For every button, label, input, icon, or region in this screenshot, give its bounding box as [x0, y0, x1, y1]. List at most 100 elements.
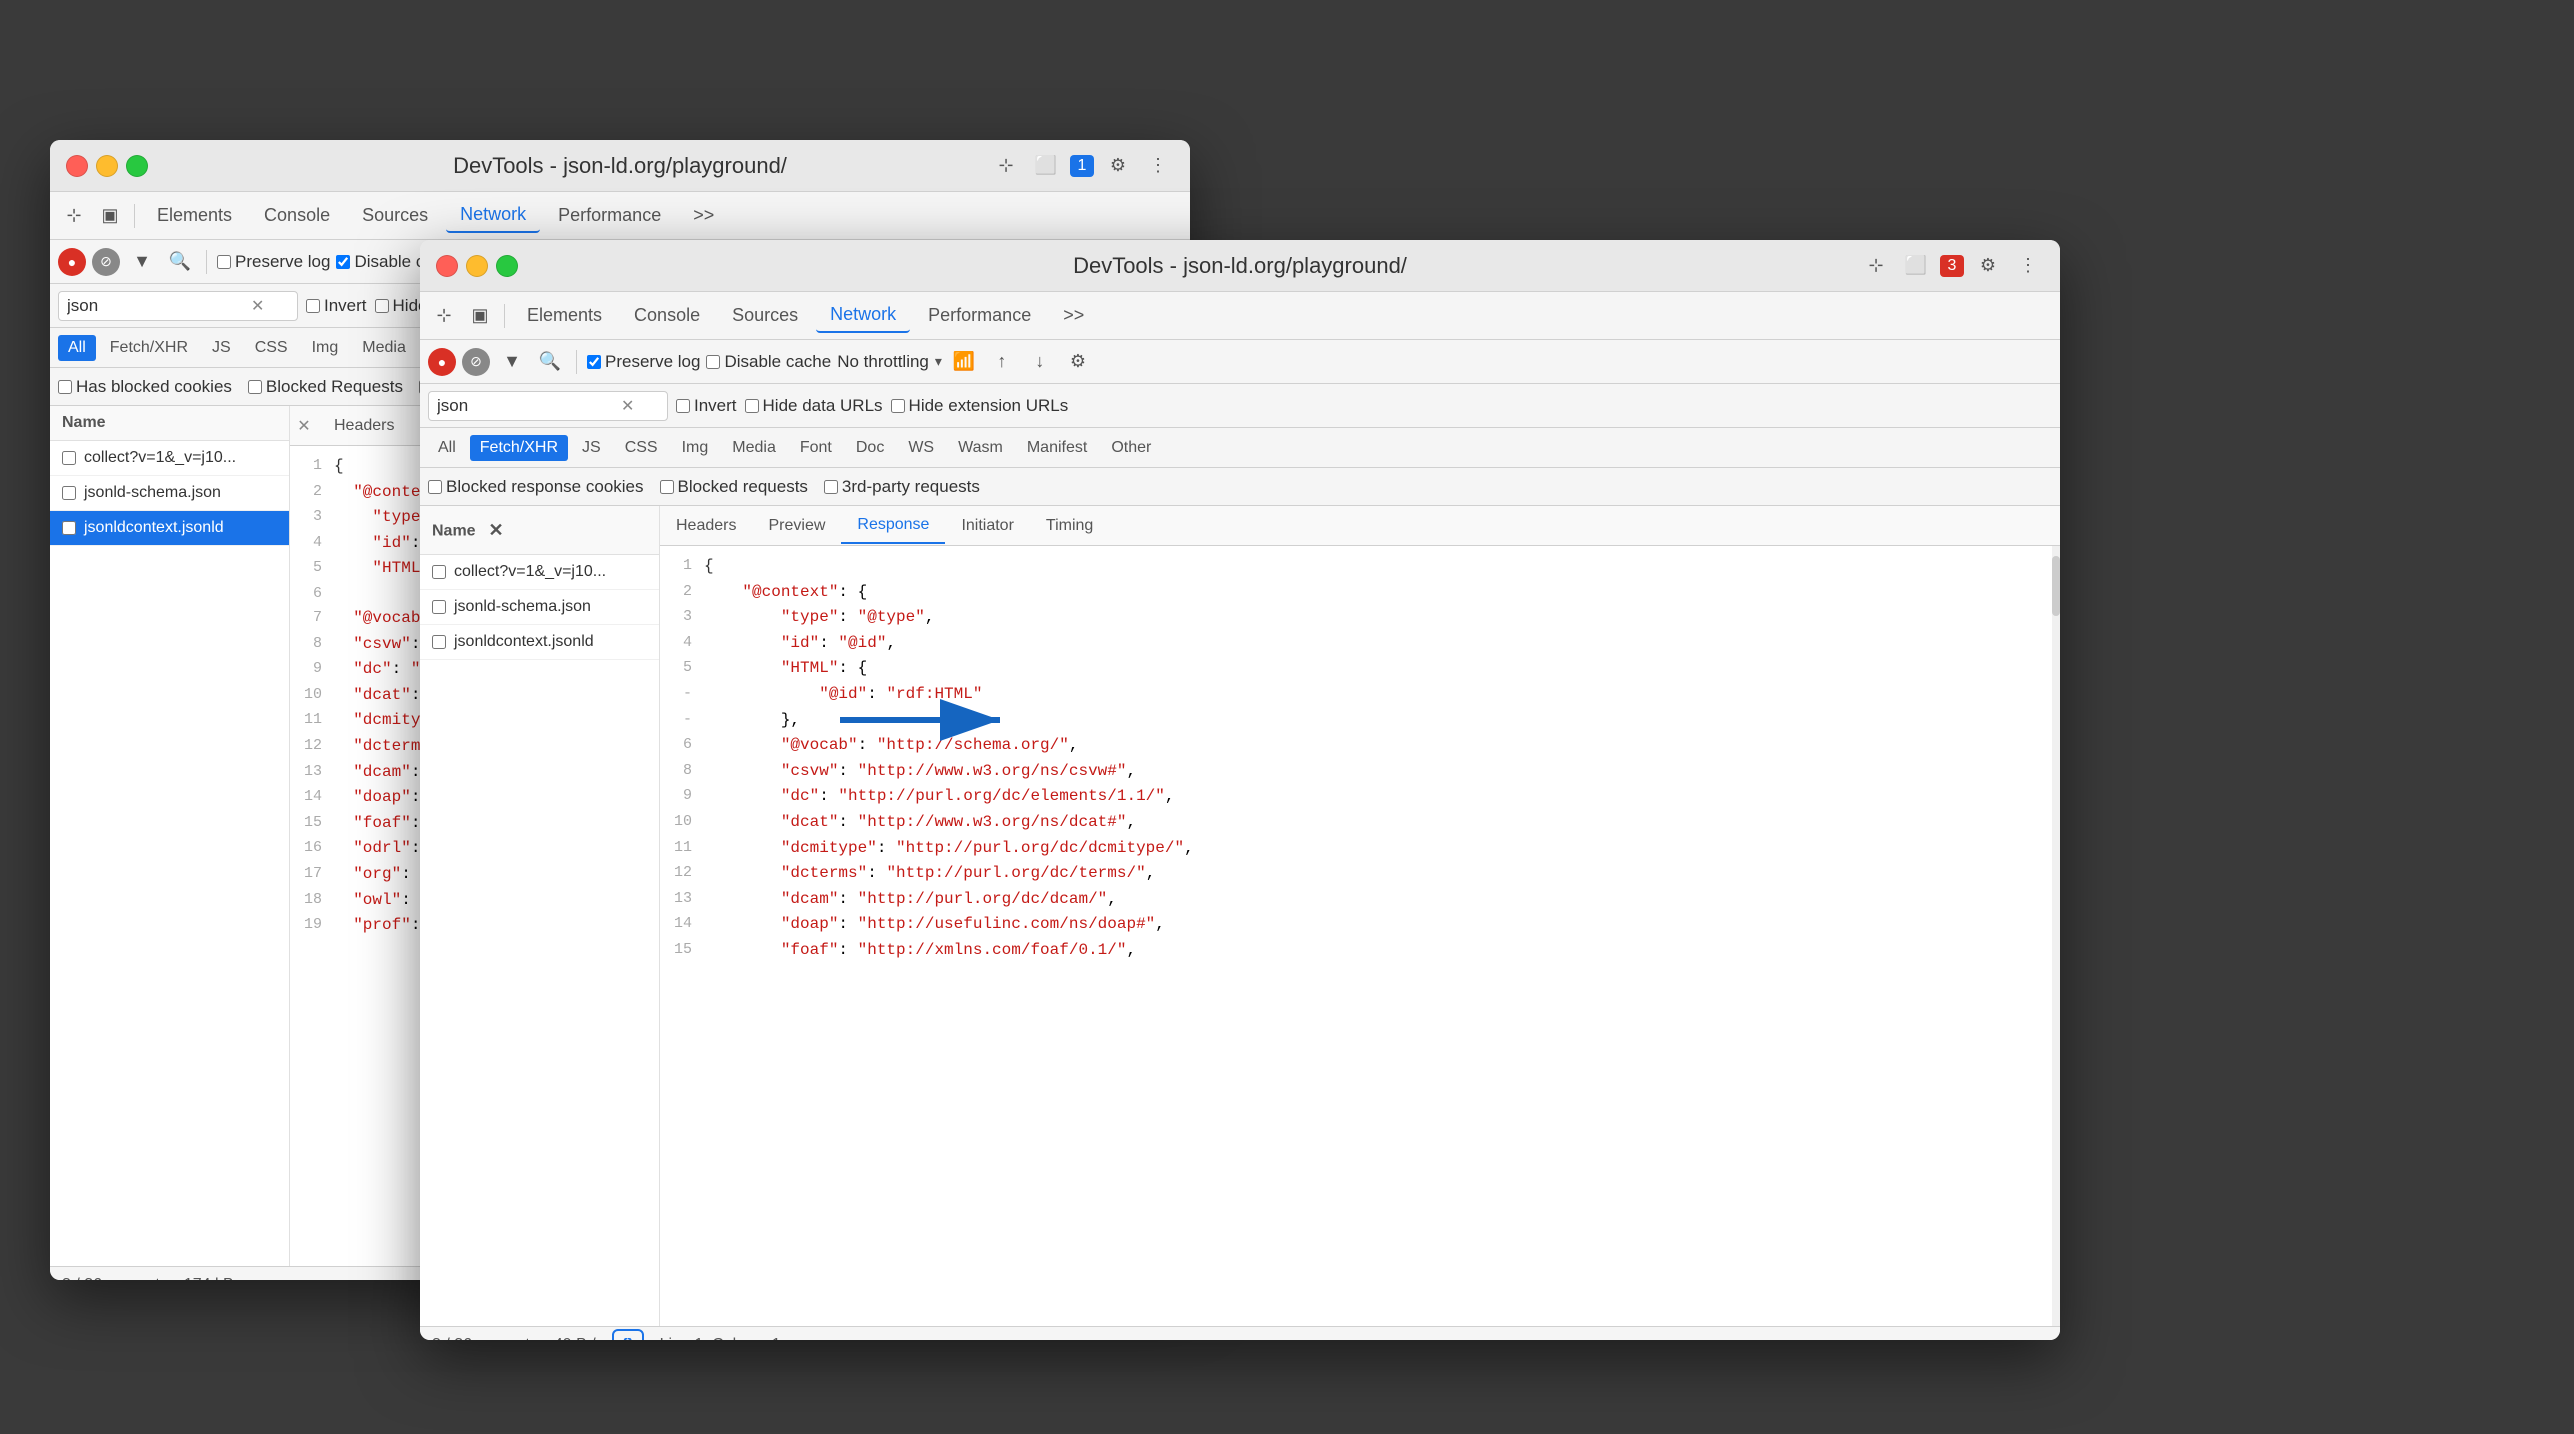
front-tab-response[interactable]: Response — [841, 508, 945, 544]
back-invert-label[interactable]: Invert — [306, 296, 367, 316]
back-minimize-button[interactable] — [96, 155, 118, 177]
front-file-item-1[interactable]: jsonld-schema.json — [420, 590, 659, 625]
front-inspect-icon[interactable]: ⊹ — [1860, 250, 1892, 282]
front-tab-initiator[interactable]: Initiator — [945, 509, 1029, 543]
front-upload-icon[interactable]: ↑ — [986, 346, 1018, 378]
front-device-icon[interactable]: ⬜ — [1900, 250, 1932, 282]
back-hide-data-checkbox[interactable] — [375, 299, 389, 313]
back-tab-sources[interactable]: Sources — [348, 199, 442, 232]
front-hide-ext-checkbox[interactable] — [891, 399, 905, 413]
back-record-button[interactable]: ● — [58, 248, 86, 276]
front-filter-wasm[interactable]: Wasm — [948, 435, 1013, 461]
front-dock-icon[interactable]: ▣ — [464, 300, 496, 332]
back-filter-icon[interactable]: ▼ — [126, 246, 158, 278]
back-disable-cache-checkbox[interactable] — [336, 255, 350, 269]
front-maximize-button[interactable] — [496, 255, 518, 277]
front-tab-timing[interactable]: Timing — [1030, 509, 1109, 543]
front-stop-button[interactable]: ⊘ — [462, 348, 490, 376]
back-search-clear[interactable]: ✕ — [251, 296, 264, 316]
front-file-item-2[interactable]: jsonldcontext.jsonld — [420, 625, 659, 660]
front-wifi-icon[interactable]: 📶 — [948, 346, 980, 378]
front-tab-performance[interactable]: Performance — [914, 299, 1045, 332]
front-tab-console[interactable]: Console — [620, 299, 714, 332]
back-dock-icon[interactable]: ▣ — [94, 200, 126, 232]
front-close-file-panel[interactable]: ✕ — [480, 514, 512, 546]
back-file-cb-0[interactable] — [62, 451, 76, 465]
front-throttle-arrow[interactable]: ▾ — [935, 353, 942, 370]
front-scrollbar[interactable] — [2052, 546, 2060, 1326]
front-filter-doc[interactable]: Doc — [846, 435, 894, 461]
front-cursor-icon[interactable]: ⊹ — [428, 300, 460, 332]
front-invert-label[interactable]: Invert — [676, 396, 737, 416]
front-filter-font[interactable]: Font — [790, 435, 842, 461]
back-tab-performance[interactable]: Performance — [544, 199, 675, 232]
front-check-3rd-party[interactable]: 3rd-party requests — [824, 477, 980, 497]
front-filter-media[interactable]: Media — [722, 435, 786, 461]
front-search-icon[interactable]: 🔍 — [534, 346, 566, 378]
front-filter-icon[interactable]: ▼ — [496, 346, 528, 378]
back-filter-media[interactable]: Media — [352, 335, 416, 361]
front-file-cb-2[interactable] — [432, 635, 446, 649]
front-hide-ext-label[interactable]: Hide extension URLs — [891, 396, 1069, 416]
back-close-panel[interactable]: ✕ — [290, 416, 318, 436]
back-file-cb-1[interactable] — [62, 486, 76, 500]
front-settings-icon[interactable]: ⚙ — [1972, 250, 2004, 282]
back-check-blocked-cookies[interactable]: Has blocked cookies — [58, 377, 232, 397]
front-filter-css[interactable]: CSS — [615, 435, 668, 461]
back-blocked-req-cb[interactable] — [248, 380, 262, 394]
back-tab-network[interactable]: Network — [446, 198, 540, 233]
back-filter-fetchxhr[interactable]: Fetch/XHR — [100, 335, 198, 361]
front-filter-fetchxhr[interactable]: Fetch/XHR — [470, 435, 568, 461]
back-filter-css[interactable]: CSS — [245, 335, 298, 361]
front-filter-other[interactable]: Other — [1101, 435, 1161, 461]
back-preserve-log-checkbox[interactable] — [217, 255, 231, 269]
back-more-icon[interactable]: ⋮ — [1142, 150, 1174, 182]
front-close-button[interactable] — [436, 255, 458, 277]
front-search-clear[interactable]: ✕ — [621, 396, 634, 416]
front-filter-js[interactable]: JS — [572, 435, 611, 461]
front-filter-img[interactable]: Img — [672, 435, 719, 461]
front-scrollbar-thumb[interactable] — [2052, 556, 2060, 616]
back-device-icon[interactable]: ⬜ — [1030, 150, 1062, 182]
front-throttle-select[interactable]: No throttling — [837, 352, 929, 372]
front-hide-data-label[interactable]: Hide data URLs — [745, 396, 883, 416]
front-tab-elements[interactable]: Elements — [513, 299, 616, 332]
back-cursor-icon[interactable]: ⊹ — [58, 200, 90, 232]
back-settings-icon[interactable]: ⚙ — [1102, 150, 1134, 182]
front-disable-cache-checkbox[interactable] — [706, 355, 720, 369]
back-blocked-cookies-cb[interactable] — [58, 380, 72, 394]
back-close-button[interactable] — [66, 155, 88, 177]
front-blocked-cookies-cb[interactable] — [428, 480, 442, 494]
front-minimize-button[interactable] — [466, 255, 488, 277]
front-file-item-0[interactable]: collect?v=1&_v=j10... — [420, 555, 659, 590]
front-check-blocked-req[interactable]: Blocked requests — [660, 477, 808, 497]
back-check-blocked-req[interactable]: Blocked Requests — [248, 377, 403, 397]
front-filter-manifest[interactable]: Manifest — [1017, 435, 1097, 461]
front-format-button[interactable]: {} — [612, 1329, 644, 1341]
front-search-input[interactable] — [437, 396, 617, 416]
back-filter-img[interactable]: Img — [302, 335, 349, 361]
back-search-input[interactable] — [67, 296, 247, 316]
back-file-item-2[interactable]: jsonldcontext.jsonld — [50, 511, 289, 546]
front-filter-ws[interactable]: WS — [898, 435, 944, 461]
back-invert-checkbox[interactable] — [306, 299, 320, 313]
front-more-icon[interactable]: ⋮ — [2012, 250, 2044, 282]
back-tab-more[interactable]: >> — [679, 199, 728, 232]
back-inspect-icon[interactable]: ⊹ — [990, 150, 1022, 182]
back-tab-elements[interactable]: Elements — [143, 199, 246, 232]
back-file-item-0[interactable]: collect?v=1&_v=j10... — [50, 441, 289, 476]
front-hide-data-checkbox[interactable] — [745, 399, 759, 413]
back-file-cb-2[interactable] — [62, 521, 76, 535]
back-filter-all[interactable]: All — [58, 335, 96, 361]
back-tab-console[interactable]: Console — [250, 199, 344, 232]
front-tab-preview[interactable]: Preview — [752, 509, 841, 543]
front-preserve-log-label[interactable]: Preserve log — [587, 352, 700, 372]
front-filter-all[interactable]: All — [428, 435, 466, 461]
front-record-button[interactable]: ● — [428, 348, 456, 376]
front-settings2-icon[interactable]: ⚙ — [1062, 346, 1094, 378]
front-check-blocked-cookies[interactable]: Blocked response cookies — [428, 477, 644, 497]
front-tab-more[interactable]: >> — [1049, 299, 1098, 332]
back-preserve-log-label[interactable]: Preserve log — [217, 252, 330, 272]
front-tab-sources[interactable]: Sources — [718, 299, 812, 332]
back-stop-button[interactable]: ⊘ — [92, 248, 120, 276]
